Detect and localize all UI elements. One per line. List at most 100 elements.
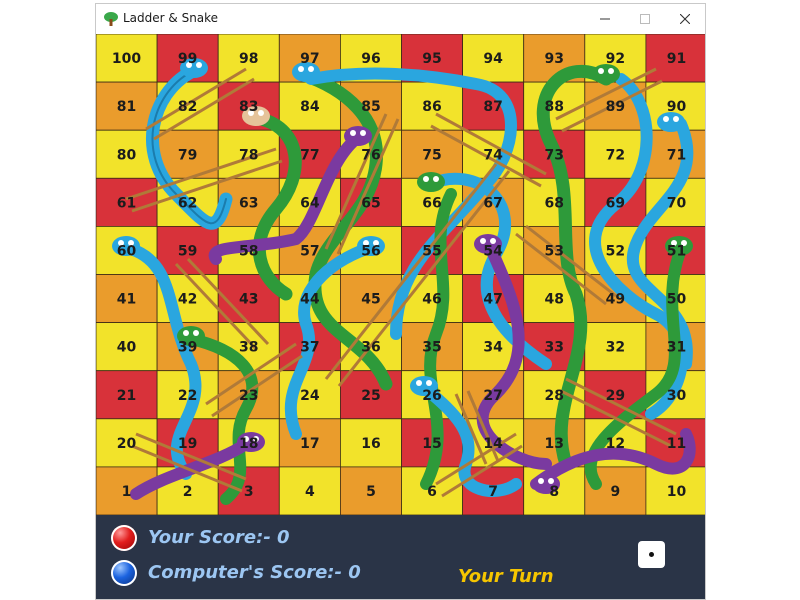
cell-number: 11	[667, 436, 686, 452]
cell-number: 63	[239, 195, 258, 211]
cell-number: 19	[178, 436, 197, 452]
turn-indicator: Your Turn	[458, 566, 554, 587]
snake-head-85	[344, 126, 372, 146]
minimize-icon	[600, 18, 610, 20]
cell-number: 53	[545, 243, 564, 259]
cell-number: 100	[112, 51, 141, 67]
cell-number: 62	[178, 195, 197, 211]
cell-number: 77	[300, 147, 319, 163]
cell-number: 23	[239, 388, 258, 404]
close-button[interactable]	[665, 4, 705, 34]
dice-button[interactable]	[638, 541, 665, 568]
cell-number: 12	[606, 436, 625, 452]
cell-number: 90	[667, 99, 687, 115]
cell-number: 15	[422, 436, 441, 452]
cell-number: 3	[244, 484, 254, 500]
cell-number: 2	[183, 484, 193, 500]
cell-number: 43	[239, 292, 258, 308]
cell-number: 40	[117, 340, 137, 356]
cell-number: 34	[483, 340, 503, 356]
cell-number: 30	[667, 388, 687, 404]
cell-number: 13	[545, 436, 564, 452]
cell-number: 61	[117, 195, 136, 211]
snake-head-75	[417, 172, 445, 192]
board-graphic: 100 99 98 97 96 95 94 93 92 9181 82 83 84 85 86 87 88 89 9…	[96, 34, 705, 515]
cell-number: 37	[300, 340, 319, 356]
cell-number: 47	[483, 292, 502, 308]
cell-number: 89	[606, 99, 625, 115]
cell-number: 22	[178, 388, 197, 404]
cell-number: 84	[300, 99, 320, 115]
cell-number: 46	[422, 292, 441, 308]
cell-number: 86	[422, 99, 441, 115]
cell-number: 74	[483, 147, 503, 163]
player-token-red-icon	[111, 525, 137, 551]
title-bar: Ladder & Snake	[96, 4, 705, 34]
score-panel: Your Score:- 0 Computer's Score:- 0 Your…	[96, 515, 705, 599]
cell-number: 6	[427, 484, 437, 500]
close-icon	[680, 14, 690, 24]
cell-number: 75	[422, 147, 441, 163]
cell-number: 42	[178, 292, 197, 308]
cell-number: 38	[239, 340, 258, 356]
cell-number: 18	[239, 436, 258, 452]
cell-number: 81	[117, 99, 136, 115]
maximize-icon	[640, 14, 650, 24]
cell-number: 97	[300, 51, 319, 67]
cell-number: 54	[483, 243, 503, 259]
cell-number: 55	[422, 243, 441, 259]
cell-number: 27	[483, 388, 502, 404]
minimize-button[interactable]	[585, 4, 625, 34]
cell-number: 68	[545, 195, 564, 211]
cell-number: 44	[300, 292, 320, 308]
cell-number: 39	[178, 340, 197, 356]
cell-number: 25	[361, 388, 380, 404]
cell-number: 71	[667, 147, 686, 163]
cell-number: 59	[178, 243, 197, 259]
cell-number: 26	[422, 388, 441, 404]
cell-number: 65	[361, 195, 380, 211]
cell-number: 41	[117, 292, 136, 308]
cell-number: 51	[667, 243, 686, 259]
cell-number: 60	[117, 243, 137, 259]
cell-number: 69	[606, 195, 625, 211]
cell-number: 9	[610, 484, 620, 500]
cell-number: 66	[422, 195, 441, 211]
cell-number: 21	[117, 388, 136, 404]
cell-number: 67	[483, 195, 502, 211]
cell-number: 87	[483, 99, 502, 115]
cell-number: 76	[361, 147, 380, 163]
cell-number: 98	[239, 51, 258, 67]
your-score: Your Score:- 0	[148, 527, 290, 548]
app-tree-icon	[104, 12, 118, 26]
dice-pip-icon	[649, 552, 654, 557]
game-board[interactable]: 100 99 98 97 96 95 94 93 92 91 81 82 83 84 85 86 87 88 89 9…	[96, 34, 705, 515]
cell-number: 20	[117, 436, 137, 452]
window-title: Ladder & Snake	[123, 11, 219, 25]
computer-score: Computer's Score:- 0	[148, 562, 361, 583]
cell-number: 29	[606, 388, 625, 404]
cell-number: 10	[667, 484, 687, 500]
cell-number: 32	[606, 340, 625, 356]
cell-number: 73	[545, 147, 564, 163]
cell-number: 94	[483, 51, 503, 67]
cell-number: 79	[178, 147, 197, 163]
cell-number: 58	[239, 243, 258, 259]
cell-number: 52	[606, 243, 625, 259]
cell-number: 35	[422, 340, 441, 356]
cell-number: 14	[483, 436, 503, 452]
cell-number: 72	[606, 147, 625, 163]
cell-number: 4	[305, 484, 315, 500]
maximize-button[interactable]	[625, 4, 665, 34]
cell-number: 1	[122, 484, 132, 500]
cell-number: 7	[488, 484, 498, 500]
cell-number: 99	[178, 51, 197, 67]
cell-number: 33	[545, 340, 564, 356]
cell-number: 83	[239, 99, 258, 115]
cell-number: 91	[667, 51, 686, 67]
cell-number: 57	[300, 243, 319, 259]
game-window: Ladder & Snake 100 99 98 97 96 95 94 93 …	[95, 3, 706, 600]
cell-number: 96	[361, 51, 380, 67]
cell-number: 48	[545, 292, 564, 308]
cell-number: 95	[422, 51, 441, 67]
